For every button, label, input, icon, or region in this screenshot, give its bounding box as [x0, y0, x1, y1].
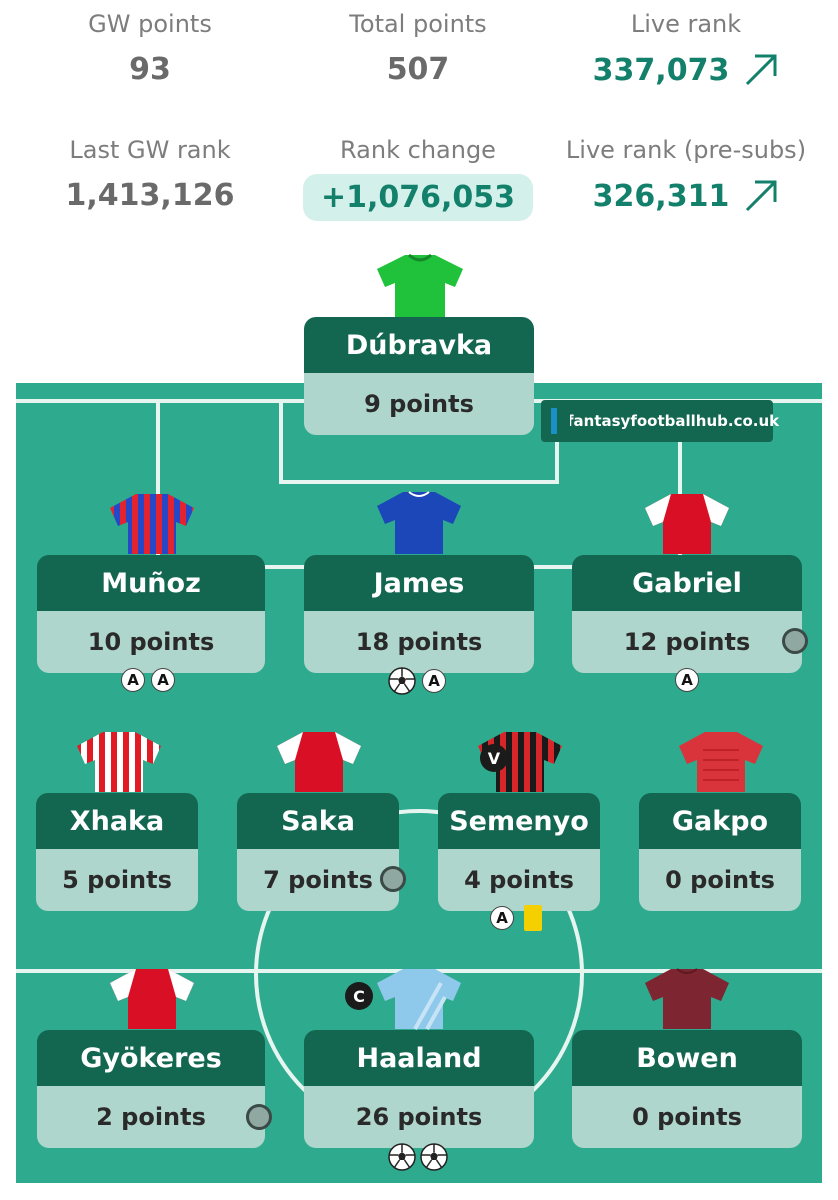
shirt-icon — [377, 253, 463, 317]
player-points: 5 points — [36, 849, 198, 911]
captain-badge: C — [345, 982, 373, 1010]
player-name: Bowen — [572, 1030, 802, 1086]
player-name: Muñoz — [37, 555, 265, 611]
stat-live-rank-presubs: Live rank (pre-subs) 326,311 — [546, 136, 826, 214]
goal-ball-icon — [420, 1143, 448, 1171]
stat-label: Live rank — [630, 10, 742, 38]
player-points: 26 points — [304, 1086, 534, 1148]
brand-watermark: fantasyfootballhub.co.uk — [541, 400, 779, 442]
player-points: 18 points — [304, 611, 534, 673]
assist-badge: A — [675, 668, 699, 692]
player-points: 7 points — [237, 849, 399, 911]
player-card-haaland[interactable]: Haaland 26 points — [304, 1030, 534, 1148]
stat-label: Live rank (pre-subs) — [565, 136, 807, 164]
stat-value-row: 326,311 — [593, 178, 780, 214]
stat-live-rank: Live rank 337,073 — [546, 10, 826, 88]
assist-badge: A — [422, 669, 446, 693]
assist-badge: A — [121, 668, 145, 692]
player-name: Gabriel — [572, 555, 802, 611]
player-points: 12 points — [572, 611, 802, 673]
player-badges — [388, 1143, 448, 1171]
player-name: Gyökeres — [37, 1030, 265, 1086]
assist-badge: A — [151, 668, 175, 692]
player-card-gyokeres[interactable]: Gyökeres 2 points — [37, 1030, 265, 1148]
shirt-icon — [77, 732, 161, 792]
stat-gw-points: GW points 93 — [10, 10, 290, 87]
shirt-icon — [110, 969, 194, 1029]
stat-value: 326,311 — [592, 178, 730, 214]
arrow-up-right-icon — [746, 180, 777, 212]
substitution-icon — [782, 628, 808, 654]
shirt-icon — [645, 968, 729, 1029]
stat-value: 93 — [129, 52, 171, 87]
player-name: Dúbravka — [304, 317, 534, 373]
stat-value-row: 337,073 — [593, 52, 780, 88]
stat-value: 1,413,126 — [65, 178, 235, 213]
player-badges: A — [490, 905, 542, 931]
substitution-icon — [380, 866, 406, 892]
player-name: Xhaka — [36, 793, 198, 849]
player-card-gabriel[interactable]: Gabriel 12 points — [572, 555, 802, 673]
player-points: 10 points — [37, 611, 265, 673]
player-points: 9 points — [304, 373, 534, 435]
yellow-card-icon — [524, 905, 542, 931]
stat-rank-change: Rank change +1,076,053 — [278, 136, 558, 221]
player-name: James — [304, 555, 534, 611]
shirt-icon — [277, 732, 361, 792]
player-badges: A A — [121, 668, 175, 692]
player-points: 0 points — [572, 1086, 802, 1148]
player-name: Saka — [237, 793, 399, 849]
player-points: 4 points — [438, 849, 600, 911]
shirt-icon — [377, 491, 461, 554]
shirt-icon — [645, 494, 729, 554]
player-card-dubravka[interactable]: Dúbravka 9 points — [304, 317, 534, 435]
player-card-xhaka[interactable]: Xhaka 5 points — [36, 793, 198, 911]
player-name: Haaland — [304, 1030, 534, 1086]
stat-value: 337,073 — [592, 52, 730, 88]
player-card-gakpo[interactable]: Gakpo 0 points — [639, 793, 801, 911]
shirt-icon — [110, 494, 194, 554]
stat-label: GW points — [88, 10, 212, 38]
player-name: Semenyo — [438, 793, 600, 849]
stat-label: Total points — [349, 10, 487, 38]
goal-ball-icon — [388, 1143, 416, 1171]
player-card-bowen[interactable]: Bowen 0 points — [572, 1030, 802, 1148]
player-card-munoz[interactable]: Muñoz 10 points — [37, 555, 265, 673]
shirt-icon — [377, 969, 461, 1030]
player-points: 0 points — [639, 849, 801, 911]
stat-total-points: Total points 507 — [278, 10, 558, 87]
stat-value: +1,076,053 — [302, 174, 534, 221]
player-card-semenyo[interactable]: Semenyo 4 points — [438, 793, 600, 911]
stat-value: 507 — [386, 52, 450, 87]
player-badges: A — [388, 667, 446, 695]
stat-label: Last GW rank — [69, 136, 231, 164]
player-card-james[interactable]: James 18 points — [304, 555, 534, 673]
arrow-up-right-icon — [746, 54, 777, 86]
assist-badge: A — [490, 906, 514, 930]
player-points: 2 points — [37, 1086, 265, 1148]
shirt-icon — [679, 732, 763, 792]
player-badges: A — [675, 668, 699, 692]
brand-text: fantasyfootballhub.co.uk — [567, 412, 780, 430]
substitution-icon — [246, 1104, 272, 1130]
stat-last-gw-rank: Last GW rank 1,413,126 — [10, 136, 290, 213]
stat-label: Rank change — [340, 136, 496, 164]
player-name: Gakpo — [639, 793, 801, 849]
vice-captain-badge: V — [480, 744, 508, 772]
goal-ball-icon — [388, 667, 416, 695]
player-card-saka[interactable]: Saka 7 points — [237, 793, 399, 911]
hub-logo-icon — [551, 408, 570, 434]
